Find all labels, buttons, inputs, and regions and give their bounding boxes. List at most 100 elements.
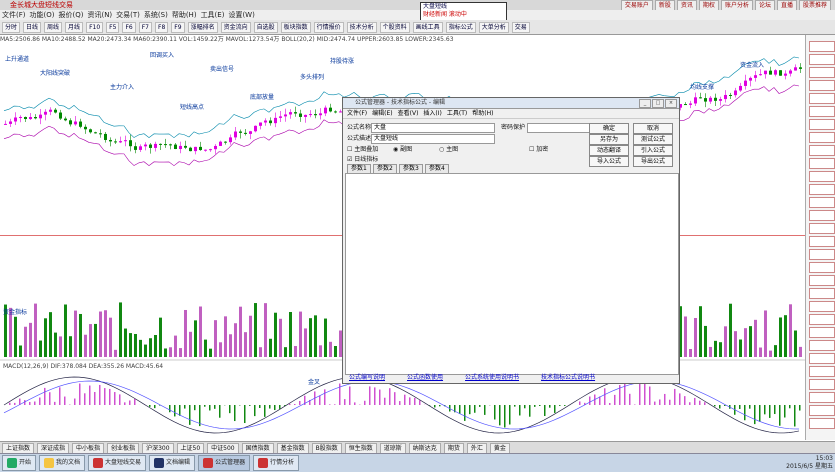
- toolbar-button[interactable]: 月线: [65, 22, 83, 33]
- param-tab[interactable]: 参数4: [425, 164, 449, 173]
- side-panel-button[interactable]: [809, 392, 835, 403]
- menu-item[interactable]: 报价(Q): [58, 10, 83, 20]
- toolbar-button[interactable]: 个股资料: [380, 22, 410, 33]
- side-panel-button[interactable]: [809, 366, 835, 377]
- toolbar-button[interactable]: F8: [155, 22, 168, 33]
- side-panel-button[interactable]: [809, 119, 835, 130]
- side-panel-button[interactable]: [809, 314, 835, 325]
- option-checkbox[interactable]: ☑ 日线指标: [347, 155, 378, 164]
- side-panel-button[interactable]: [809, 275, 835, 286]
- formula-name-input[interactable]: 大盘: [371, 123, 495, 133]
- load-formula-button[interactable]: 导入公式: [589, 156, 629, 167]
- toolbar-button[interactable]: 日线: [23, 22, 41, 33]
- password-input[interactable]: [527, 123, 591, 133]
- menu-item[interactable]: 系统(S): [144, 10, 168, 20]
- toolbar-button[interactable]: 自选股: [254, 22, 278, 33]
- param-tab[interactable]: 参数1: [347, 164, 371, 173]
- toolbar-button[interactable]: 画线工具: [413, 22, 443, 33]
- side-panel-button[interactable]: [809, 288, 835, 299]
- toolbar-button[interactable]: F5: [106, 22, 119, 33]
- save-as-button[interactable]: 另存为: [589, 134, 629, 145]
- option-checkbox[interactable]: ☐ 加密: [529, 145, 548, 154]
- help-link[interactable]: 公式函数使用: [407, 372, 443, 381]
- dialog-menu-item[interactable]: 编辑(E): [372, 109, 392, 118]
- toolbar-button[interactable]: 大单分析: [479, 22, 509, 33]
- index-tab[interactable]: 上证指数: [2, 443, 34, 454]
- option-radio[interactable]: ◉ 副图: [393, 145, 412, 154]
- index-tab[interactable]: 中小板指: [72, 443, 104, 454]
- toolbar-button[interactable]: 分时: [2, 22, 20, 33]
- side-panel-button[interactable]: [809, 132, 835, 143]
- side-panel-button[interactable]: [809, 67, 835, 78]
- index-tab[interactable]: 纳斯达克: [409, 443, 441, 454]
- import-button[interactable]: 引入公式: [633, 145, 673, 156]
- minimize-icon[interactable]: _: [639, 99, 651, 108]
- toolbar-button[interactable]: 交易: [512, 22, 530, 33]
- side-panel-button[interactable]: [809, 249, 835, 260]
- dialog-menu-item[interactable]: 插入(I): [423, 109, 441, 118]
- test-formula-button[interactable]: 测试公式: [633, 134, 673, 145]
- index-tab[interactable]: 道琼斯: [380, 443, 406, 454]
- toolbar-button[interactable]: 行情报价: [314, 22, 344, 33]
- side-panel-button[interactable]: [809, 41, 835, 52]
- export-formula-button[interactable]: 导出公式: [633, 156, 673, 167]
- param-tab[interactable]: 参数3: [399, 164, 423, 173]
- dialog-menu-item[interactable]: 工具(T): [447, 109, 467, 118]
- menu-item[interactable]: 功能(O): [30, 10, 55, 20]
- help-link[interactable]: 公式系统使用说明书: [465, 372, 519, 381]
- menu-item[interactable]: 设置(W): [228, 10, 254, 20]
- start-button[interactable]: 开始: [2, 455, 36, 471]
- dialog-menu-item[interactable]: 查看(V): [398, 109, 419, 118]
- index-tab[interactable]: 上证50: [177, 443, 205, 454]
- ok-button[interactable]: 确定: [589, 123, 629, 134]
- formula-code-editor[interactable]: [345, 173, 679, 375]
- toolbar-button[interactable]: F9: [171, 22, 184, 33]
- side-panel-button[interactable]: [809, 93, 835, 104]
- index-tab[interactable]: 黄金: [490, 443, 510, 454]
- taskbar-item[interactable]: 我的文档: [39, 455, 85, 471]
- option-checkbox[interactable]: ☐ 主图叠加: [347, 145, 378, 154]
- side-panel-button[interactable]: [809, 340, 835, 351]
- taskbar-item[interactable]: 文档编辑: [149, 455, 195, 471]
- toolbar-button[interactable]: F6: [122, 22, 135, 33]
- side-panel-button[interactable]: [809, 379, 835, 390]
- side-panel-button[interactable]: [809, 327, 835, 338]
- toolbar-button[interactable]: 涨幅排名: [188, 22, 218, 33]
- index-tab[interactable]: B股指数: [312, 443, 342, 454]
- maximize-icon[interactable]: □: [652, 99, 664, 108]
- index-tab[interactable]: 恒生指数: [345, 443, 377, 454]
- index-tab[interactable]: 沪深300: [142, 443, 173, 454]
- toolbar-button[interactable]: 指标公式: [446, 22, 476, 33]
- option-radio[interactable]: ○ 主图: [439, 145, 458, 154]
- index-tab[interactable]: 期货: [444, 443, 464, 454]
- index-tab[interactable]: 深证成指: [37, 443, 69, 454]
- cancel-button[interactable]: 取消: [633, 123, 673, 134]
- toolbar-button[interactable]: 资金流向: [221, 22, 251, 33]
- toolbar-button[interactable]: F10: [86, 22, 103, 33]
- menu-item[interactable]: 工具(E): [201, 10, 225, 20]
- taskbar-item[interactable]: 大盘短线交易: [88, 455, 146, 471]
- close-icon[interactable]: ×: [665, 99, 677, 108]
- toolbar-button[interactable]: F7: [139, 22, 152, 33]
- side-panel-button[interactable]: [809, 405, 835, 416]
- help-link[interactable]: 技术指标公式说明书: [541, 372, 595, 381]
- help-link[interactable]: 公式编写说明: [349, 372, 385, 381]
- side-panel-button[interactable]: [809, 80, 835, 91]
- toolbar-button[interactable]: 技术分析: [347, 22, 377, 33]
- param-tab[interactable]: 参数2: [373, 164, 397, 173]
- floating-news-window[interactable]: 大盘短线 财经新闻 滚动中: [420, 2, 507, 22]
- side-panel-button[interactable]: [809, 262, 835, 273]
- side-panel-button[interactable]: [809, 223, 835, 234]
- side-panel-button[interactable]: [809, 353, 835, 364]
- taskbar-item[interactable]: 行情分析: [253, 455, 299, 471]
- index-tab[interactable]: 创业板指: [107, 443, 139, 454]
- side-panel-button[interactable]: [809, 54, 835, 65]
- side-panel-button[interactable]: [809, 184, 835, 195]
- side-panel-button[interactable]: [809, 158, 835, 169]
- side-panel-button[interactable]: [809, 197, 835, 208]
- menu-item[interactable]: 帮助(H): [172, 10, 197, 20]
- side-panel-button[interactable]: [809, 418, 835, 429]
- side-panel-button[interactable]: [809, 236, 835, 247]
- taskbar-item[interactable]: 公式管理器: [198, 455, 250, 471]
- dialog-menu-item[interactable]: 文件(F): [347, 109, 367, 118]
